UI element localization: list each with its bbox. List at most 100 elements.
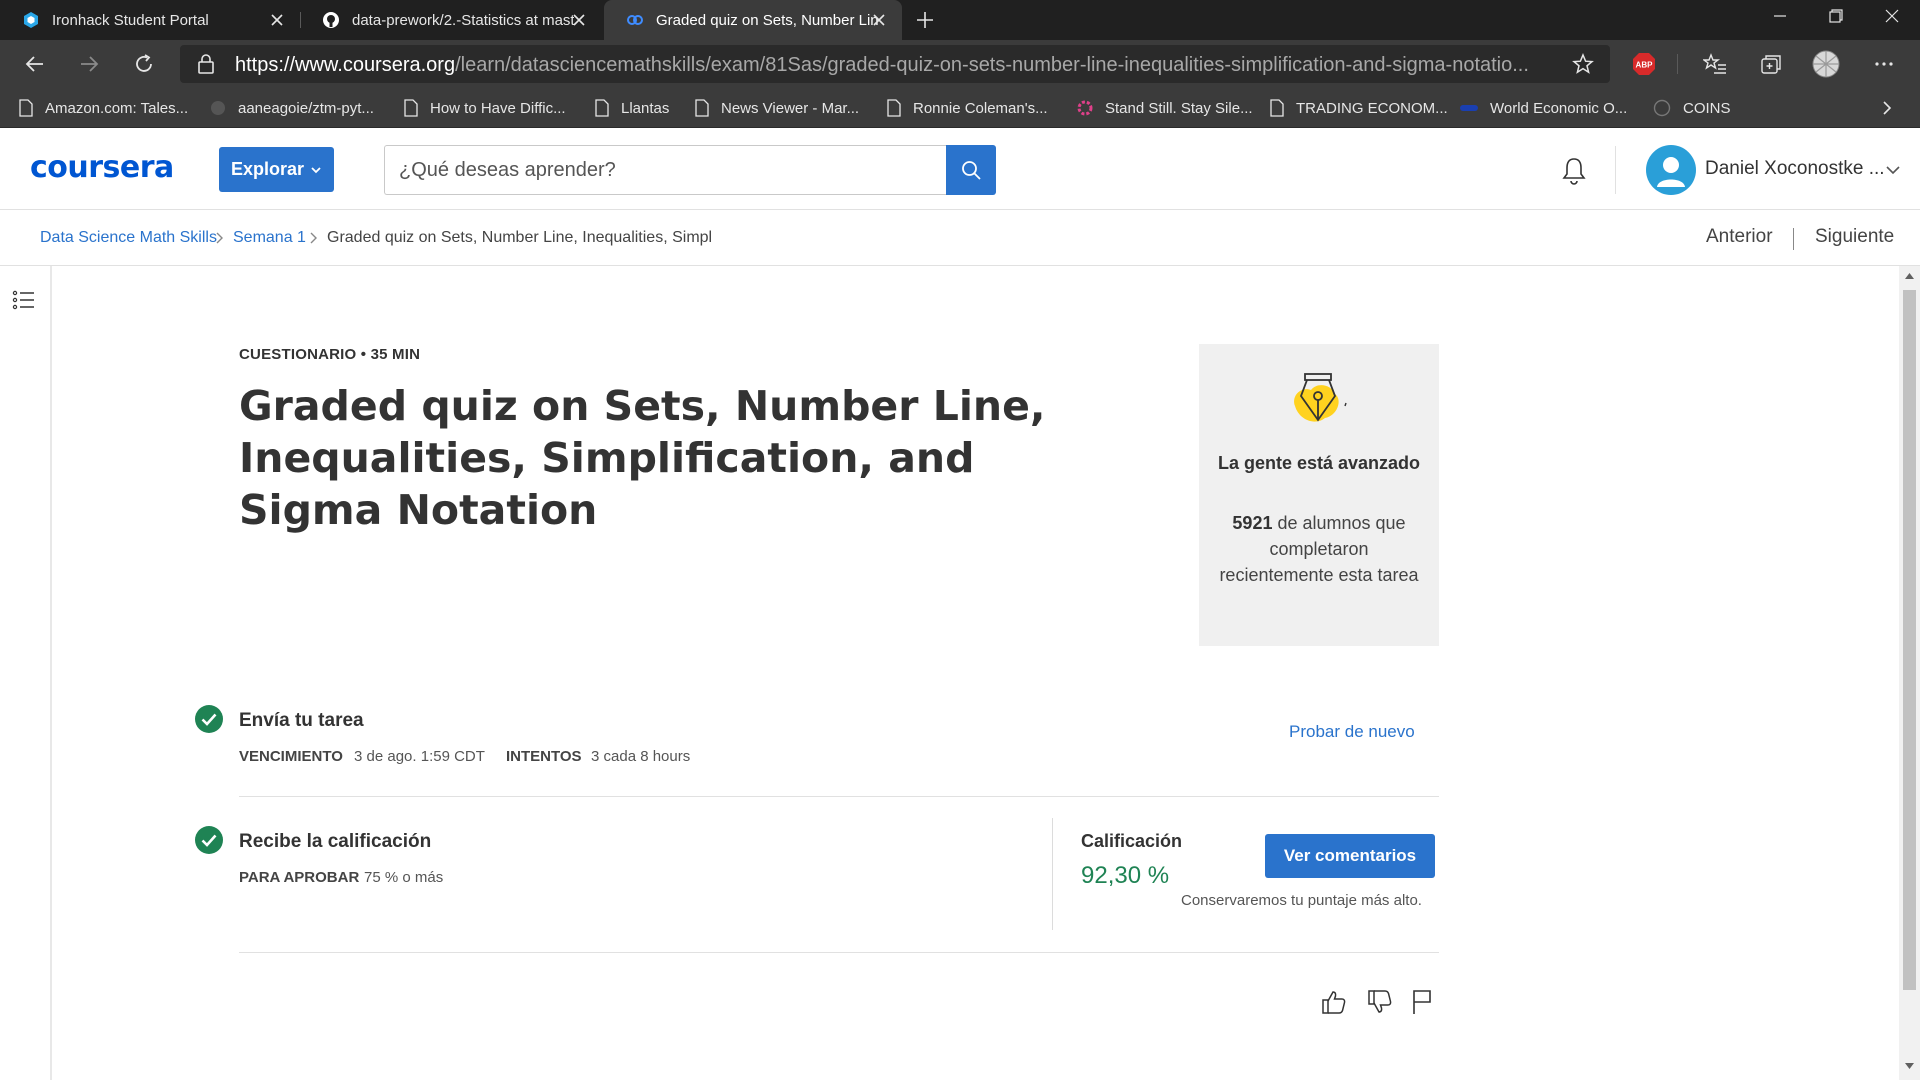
bookmark-label: Ronnie Coleman's... xyxy=(913,99,1048,117)
due-label: VENCIMIENTO xyxy=(239,748,343,765)
bookmark-label: COINS xyxy=(1683,99,1731,117)
scroll-down-icon[interactable] xyxy=(1904,1062,1915,1070)
bookmark-label: Stand Still. Stay Sile... xyxy=(1105,99,1253,117)
check-circle-icon xyxy=(195,826,223,854)
bell-icon[interactable] xyxy=(1558,155,1590,187)
url-field[interactable]: https://www.coursera.org/learn/datascien… xyxy=(180,45,1610,83)
breadcrumb-course[interactable]: Data Science Math Skills xyxy=(40,229,217,247)
reload-button[interactable] xyxy=(130,50,158,78)
flag-icon[interactable] xyxy=(1408,988,1436,1016)
url-text: https://www.coursera.org/learn/datascien… xyxy=(235,54,1555,77)
collections-icon xyxy=(1761,55,1781,74)
close-icon[interactable] xyxy=(268,11,286,29)
bookmark-item[interactable]: COINS xyxy=(1653,88,1731,128)
back-button[interactable] xyxy=(21,50,49,78)
progress-heading: La gente está avanzado xyxy=(1217,453,1421,473)
scrollbar-thumb[interactable] xyxy=(1903,290,1916,990)
tab-ironhack[interactable]: Ironhack Student Portal xyxy=(0,0,300,40)
favorites-icon xyxy=(1703,53,1726,74)
reload-icon xyxy=(136,54,152,72)
bookmark-item[interactable]: aaneagoie/ztm-pyt... xyxy=(210,88,374,128)
thumbs-down-icon[interactable] xyxy=(1366,988,1394,1016)
retry-link[interactable]: Probar de nuevo xyxy=(1289,722,1415,742)
bookmark-item[interactable]: Llantas xyxy=(595,88,669,128)
url-path: /learn/datasciencemathskills/exam/81Sas/… xyxy=(455,54,1529,76)
forward-button[interactable] xyxy=(75,50,103,78)
collections-button[interactable] xyxy=(1757,50,1785,78)
user-name[interactable]: Daniel Xoconostke ... xyxy=(1705,158,1885,180)
page-scrollbar[interactable] xyxy=(1899,266,1920,1080)
keep-score-note: Conservaremos tu puntaje más alto. xyxy=(1181,892,1422,909)
chevron-down-icon[interactable] xyxy=(1885,162,1901,178)
close-window-button[interactable] xyxy=(1864,0,1920,32)
close-icon[interactable] xyxy=(570,11,588,29)
more-icon xyxy=(1875,62,1893,66)
tab-label: Ironhack Student Portal xyxy=(52,11,209,29)
due-value: 3 de ago. 1:59 CDT xyxy=(354,748,485,765)
page-title: Graded quiz on Sets, Number Line, Inequa… xyxy=(239,382,1046,534)
thumbs-up-icon[interactable] xyxy=(1320,988,1348,1016)
bookmark-item[interactable]: News Viewer - Mar... xyxy=(695,88,859,128)
restore-button[interactable] xyxy=(1808,0,1864,32)
header-divider xyxy=(1615,146,1616,194)
site-header: coursera Explorar Daniel Xoconostke ... xyxy=(0,128,1920,210)
page-icon xyxy=(695,99,709,117)
pen-nib-icon xyxy=(1294,373,1347,422)
tab-github[interactable]: data-prework/2.-Statistics at master xyxy=(300,0,602,40)
breadcrumb: Data Science Math Skills Semana 1 Graded… xyxy=(0,210,1920,266)
bookmark-label: World Economic O... xyxy=(1490,99,1628,117)
bookmark-label: Amazon.com: Tales... xyxy=(45,99,189,117)
search-input[interactable] xyxy=(384,145,946,195)
user-avatar[interactable] xyxy=(1646,145,1696,195)
scroll-up-icon[interactable] xyxy=(1904,272,1915,280)
tab-coursera[interactable]: Graded quiz on Sets, Number Line xyxy=(604,0,902,40)
plus-icon[interactable] xyxy=(914,9,936,31)
adblock-extension[interactable]: ABP xyxy=(1630,50,1658,78)
bookmark-label: Llantas xyxy=(621,99,670,117)
more-button[interactable] xyxy=(1870,50,1898,78)
page-icon xyxy=(595,99,609,117)
page-icon xyxy=(1270,99,1284,117)
next-link[interactable]: Siguiente xyxy=(1815,226,1894,248)
bookmark-item[interactable]: How to Have Diffic... xyxy=(404,88,566,128)
chevron-right-icon xyxy=(310,232,317,244)
breadcrumb-current: Graded quiz on Sets, Number Line, Inequa… xyxy=(327,229,713,246)
grade-divider xyxy=(1052,818,1053,930)
attempts-value: 3 cada 8 hours xyxy=(591,748,691,765)
explore-button[interactable]: Explorar xyxy=(219,147,334,192)
breadcrumb-week[interactable]: Semana 1 xyxy=(233,229,306,247)
github-icon xyxy=(211,101,225,115)
view-feedback-button[interactable]: Ver comentarios xyxy=(1265,834,1435,878)
bookmark-item[interactable]: TRADING ECONOM... xyxy=(1270,88,1448,128)
page-icon xyxy=(404,99,418,117)
toc-icon[interactable] xyxy=(12,288,36,312)
address-bar-row: https://www.coursera.org/learn/datascien… xyxy=(0,40,1920,88)
previous-link[interactable]: Anterior xyxy=(1706,226,1773,248)
bookmark-item[interactable]: Ronnie Coleman's... xyxy=(887,88,1048,128)
bookmark-item[interactable]: Stand Still. Stay Sile... xyxy=(1077,88,1253,128)
star-icon[interactable] xyxy=(1572,53,1594,75)
bookmark-item[interactable]: Amazon.com: Tales... xyxy=(19,88,188,128)
search-button[interactable] xyxy=(946,145,996,195)
restore-icon xyxy=(1829,9,1843,23)
submit-step-title: Envía tu tarea xyxy=(239,710,364,731)
chevron-right-icon[interactable] xyxy=(1880,100,1894,116)
bookmark-item[interactable]: World Economic O... xyxy=(1460,88,1627,128)
profile-button[interactable] xyxy=(1812,50,1840,78)
pager-divider xyxy=(1793,228,1794,250)
bookmark-label: TRADING ECONOM... xyxy=(1296,99,1448,117)
coursera-logo[interactable]: coursera xyxy=(30,150,174,185)
minimize-button[interactable] xyxy=(1752,0,1808,32)
quiz-eyebrow: CUESTIONARIO • 35 MIN xyxy=(239,346,421,363)
url-host: www.coursera.org xyxy=(295,54,456,76)
browser-tab-bar: Ironhack Student Portal data-prework/2.-… xyxy=(0,0,1920,40)
left-rail xyxy=(0,266,52,1080)
adblock-badge: ABP xyxy=(1636,61,1654,70)
close-icon[interactable] xyxy=(870,11,888,29)
favorites-button[interactable] xyxy=(1701,50,1729,78)
lock-icon xyxy=(198,54,214,74)
section-divider xyxy=(239,796,1439,797)
check-circle-icon xyxy=(195,705,223,733)
pass-label: PARA APROBAR xyxy=(239,869,360,886)
grade-step-title: Recibe la calificación xyxy=(239,831,432,852)
